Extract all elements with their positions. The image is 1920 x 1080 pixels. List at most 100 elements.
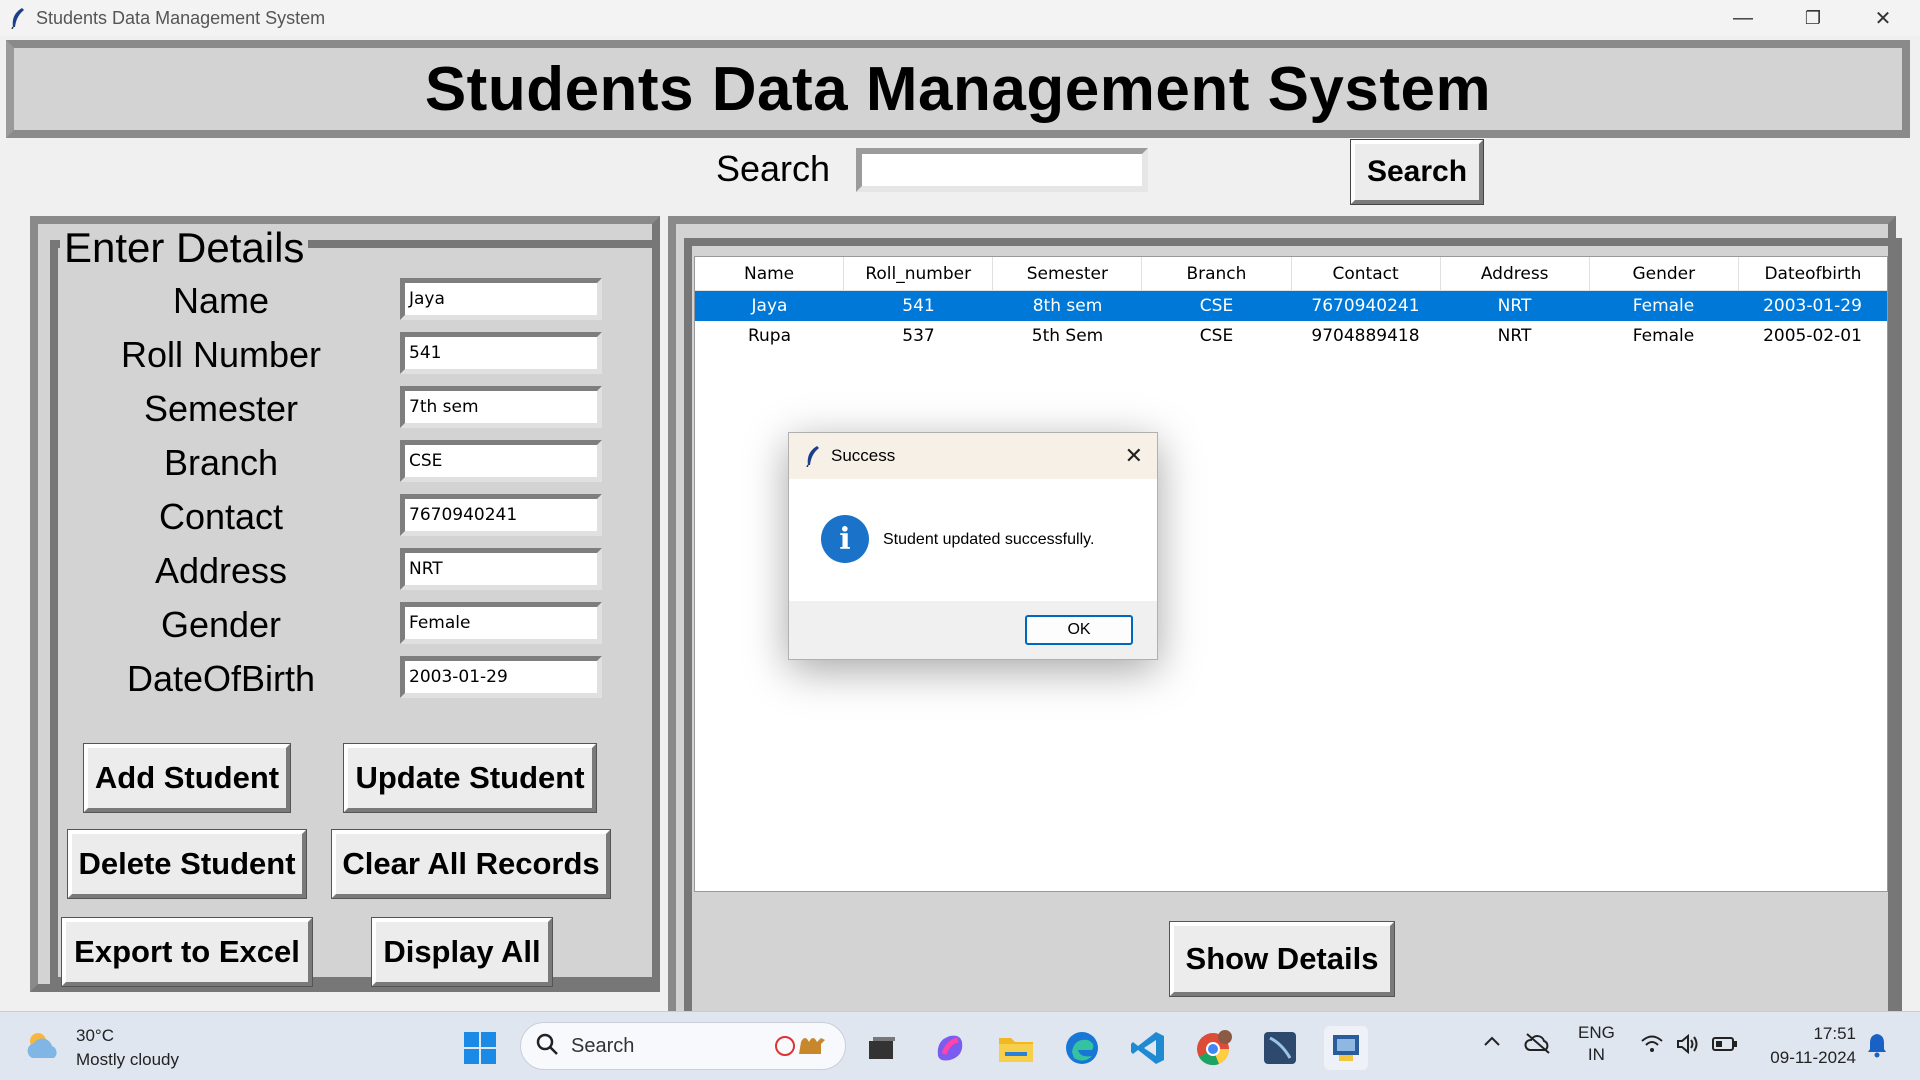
header-banner: Students Data Management System: [6, 40, 1910, 138]
table-cell: Female: [1632, 326, 1695, 346]
search-input[interactable]: [856, 148, 1148, 192]
wifi-icon[interactable]: [1640, 1034, 1664, 1059]
cloudy-weather-icon: [24, 1028, 64, 1069]
show-details-button[interactable]: Show Details: [1169, 921, 1395, 997]
table-cell: Jaya: [751, 296, 788, 316]
clear-all-records-button[interactable]: Clear All Records: [331, 829, 611, 899]
table-cell: Female: [1632, 296, 1695, 316]
column-header-gender[interactable]: Gender: [1590, 257, 1739, 290]
restore-button[interactable]: ❐: [1778, 0, 1848, 36]
taskbar-search[interactable]: Search: [520, 1022, 846, 1070]
dateofbirth-field[interactable]: 2003-01-29: [400, 656, 602, 698]
roll-number-label: Roll Number: [120, 334, 322, 375]
table-cell: CSE: [1199, 296, 1234, 316]
window-title: Students Data Management System: [36, 7, 326, 28]
dialog-footer: OK: [789, 601, 1157, 659]
search-icon: [535, 1032, 559, 1061]
address-field[interactable]: NRT: [400, 548, 602, 590]
column-header-semester[interactable]: Semester: [993, 257, 1143, 290]
name-field[interactable]: Jaya: [400, 278, 602, 320]
delete-student-button[interactable]: Delete Student: [67, 829, 307, 899]
table-cell: 7670940241: [1311, 296, 1420, 316]
success-dialog: Success ✕ i Student updated successfully…: [788, 432, 1158, 660]
minimize-button[interactable]: —: [1708, 0, 1778, 36]
onedrive-offline-icon[interactable]: [1524, 1032, 1552, 1059]
dialog-title: Success: [831, 446, 896, 465]
windows-start-icon[interactable]: [458, 1026, 502, 1070]
ide-app-icon[interactable]: [1258, 1026, 1302, 1070]
taskbar-search-placeholder: Search: [571, 1034, 635, 1057]
weather-widget[interactable]: 30°C Mostly cloudy: [24, 1024, 179, 1072]
column-header-name[interactable]: Name: [695, 257, 845, 290]
language-code: ENG: [1578, 1023, 1615, 1042]
chevron-up-icon[interactable]: [1482, 1032, 1502, 1057]
address-label: Address: [154, 550, 288, 591]
battery-icon[interactable]: [1712, 1036, 1738, 1057]
table-cell: 9704889418: [1311, 326, 1420, 346]
file-explorer-icon[interactable]: [994, 1026, 1038, 1070]
name-label: Name: [172, 280, 270, 321]
table-cell: Rupa: [747, 326, 792, 346]
table-header: Name Roll_number Semester Branch Contact…: [695, 257, 1887, 291]
roll-number-field[interactable]: 541: [400, 332, 602, 374]
page-title: Students Data Management System: [424, 54, 1492, 124]
info-icon: i: [821, 515, 869, 563]
notification-bell-icon[interactable]: [1866, 1032, 1888, 1063]
temperature: 30°C: [76, 1026, 114, 1045]
table-cell: 541: [902, 296, 935, 316]
semester-field[interactable]: 7th sem: [400, 386, 602, 428]
clock[interactable]: 17:51 09-11-2024: [1760, 1022, 1856, 1070]
branch-label: Branch: [163, 442, 279, 483]
clock-date: 09-11-2024: [1770, 1048, 1856, 1067]
clock-time: 17:51: [1813, 1024, 1856, 1043]
semester-label: Semester: [143, 388, 299, 429]
camel-highlight-icon: [775, 1028, 831, 1065]
region-code: IN: [1587, 1045, 1605, 1064]
table-cell: 537: [902, 326, 935, 346]
export-to-excel-button[interactable]: Export to Excel: [61, 917, 313, 987]
copilot-icon[interactable]: [928, 1026, 972, 1070]
volume-icon[interactable]: [1676, 1033, 1700, 1059]
dialog-titlebar: Success ✕: [789, 433, 1157, 479]
table-cell: 8th sem: [1032, 296, 1103, 316]
close-window-button[interactable]: ✕: [1848, 0, 1918, 36]
dialog-close-button[interactable]: ✕: [1125, 443, 1143, 469]
add-student-button[interactable]: Add Student: [83, 743, 291, 813]
table-cell: NRT: [1497, 296, 1532, 316]
update-student-button[interactable]: Update Student: [343, 743, 597, 813]
details-panel: Enter Details Name Jaya Roll Number 541 …: [30, 216, 660, 992]
table-cell: 2005-02-01: [1763, 326, 1862, 346]
column-header-roll-number[interactable]: Roll_number: [844, 257, 994, 290]
contact-field[interactable]: 7670940241: [400, 494, 602, 536]
table-cell: 2003-01-29: [1763, 296, 1862, 316]
feather-icon: [6, 6, 30, 30]
edge-browser-icon[interactable]: [1060, 1026, 1104, 1070]
task-view-icon[interactable]: [860, 1026, 904, 1070]
python-app-icon[interactable]: [1324, 1026, 1368, 1070]
table-cell: NRT: [1497, 326, 1532, 346]
column-header-contact[interactable]: Contact: [1292, 257, 1441, 290]
column-header-address[interactable]: Address: [1441, 257, 1590, 290]
column-header-dateofbirth[interactable]: Dateofbirth: [1739, 257, 1887, 290]
table-row[interactable]: Rupa 537 5th Sem CSE 9704889418 NRT Fema…: [695, 321, 1887, 351]
weather-status: Mostly cloudy: [76, 1050, 179, 1069]
dateofbirth-label: DateOfBirth: [126, 658, 316, 699]
table-cell: CSE: [1199, 326, 1234, 346]
table-row[interactable]: Jaya 541 8th sem CSE 7670940241 NRT Fema…: [695, 291, 1887, 321]
window-titlebar: Students Data Management System — ❐ ✕: [0, 0, 1920, 36]
branch-field[interactable]: CSE: [400, 440, 602, 482]
contact-label: Contact: [158, 496, 284, 537]
search-button[interactable]: Search: [1351, 140, 1483, 204]
language-indicator[interactable]: ENG IN: [1578, 1022, 1615, 1066]
gender-label: Gender: [160, 604, 282, 645]
ok-button[interactable]: OK: [1025, 615, 1133, 645]
search-label: Search: [716, 148, 831, 189]
display-all-button[interactable]: Display All: [371, 917, 553, 987]
feather-icon: [805, 445, 823, 468]
vscode-icon[interactable]: [1126, 1026, 1170, 1070]
chrome-icon[interactable]: [1192, 1026, 1236, 1070]
details-legend: Enter Details: [60, 224, 309, 272]
gender-field[interactable]: Female: [400, 602, 602, 644]
dialog-body: i Student updated successfully.: [789, 479, 1157, 601]
column-header-branch[interactable]: Branch: [1142, 257, 1292, 290]
